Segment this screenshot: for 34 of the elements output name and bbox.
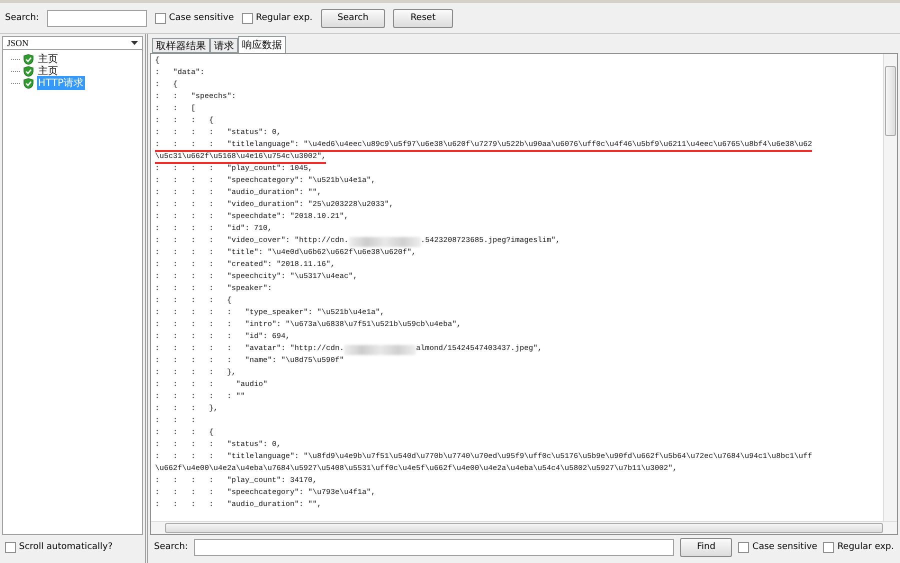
find-label: Search:	[154, 542, 188, 552]
tab[interactable]: 请求	[210, 38, 238, 53]
find-button[interactable]: Find	[680, 538, 732, 556]
checkbox-label: Regular exp.	[837, 542, 894, 552]
reset-button[interactable]: Reset	[393, 8, 453, 28]
checkbox-box[interactable]	[823, 542, 834, 552]
horizontal-scrollbar[interactable]	[151, 521, 897, 534]
tab[interactable]: 取样器结果	[152, 38, 210, 53]
checkbox-label: Case sensitive	[752, 542, 818, 552]
checkbox-label: Regular exp.	[256, 13, 313, 23]
checkbox[interactable]: Case sensitive	[738, 542, 818, 552]
caret-icon	[131, 41, 138, 45]
shield-check-icon	[23, 78, 34, 88]
vertical-scrollbar[interactable]	[883, 54, 897, 521]
search-label: Search:	[5, 13, 39, 23]
search-field[interactable]	[46, 10, 147, 26]
checkbox-box[interactable]	[154, 12, 166, 24]
tree-item[interactable]: 主页	[37, 52, 59, 66]
tab[interactable]: 响应数据	[238, 36, 286, 53]
search-button[interactable]: Search	[320, 8, 386, 28]
checkbox-box[interactable]	[738, 542, 750, 552]
checkbox[interactable]: Scroll automatically?	[5, 542, 113, 552]
checkbox-label: Case sensitive	[168, 13, 234, 23]
shield-check-icon	[23, 66, 34, 76]
checkbox-label: Scroll automatically?	[19, 542, 113, 552]
checkbox[interactable]: Regular exp.	[823, 542, 894, 552]
find-field[interactable]	[194, 538, 674, 556]
tree-item[interactable]: 主页	[37, 64, 59, 78]
shield-check-icon	[23, 54, 34, 64]
checkbox-box[interactable]	[5, 542, 16, 552]
checkbox[interactable]: Regular exp.	[242, 12, 313, 24]
checkbox[interactable]: Case sensitive	[154, 12, 234, 24]
renderer-dropdown[interactable]: JSON	[2, 36, 144, 50]
checkbox-box[interactable]	[242, 12, 253, 24]
